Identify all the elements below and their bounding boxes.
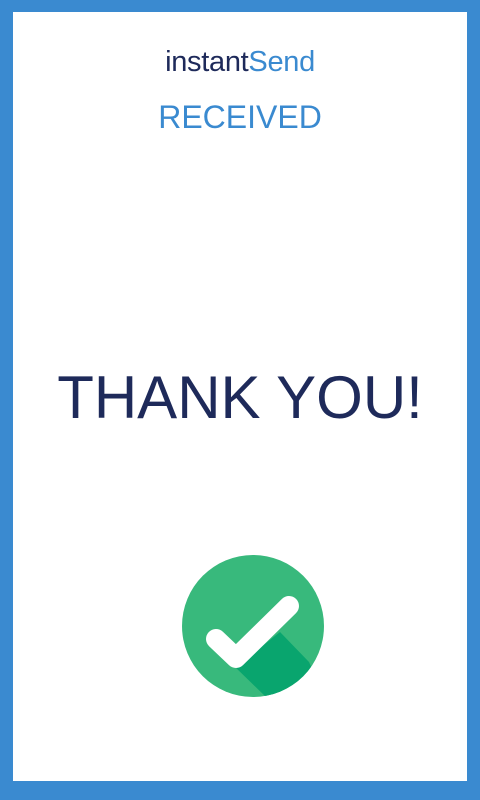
brand-name-part2: Send <box>248 46 315 78</box>
app-logo: instantSend <box>13 44 467 80</box>
thank-you-message: THANK YOU! <box>57 364 423 431</box>
brand-name-part1: instant <box>165 46 249 78</box>
status-label: RECEIVED <box>158 99 322 135</box>
screen-frame: instantSend RECEIVED THANK YOU! <box>0 0 480 800</box>
checkmark-circle-icon <box>182 555 324 697</box>
